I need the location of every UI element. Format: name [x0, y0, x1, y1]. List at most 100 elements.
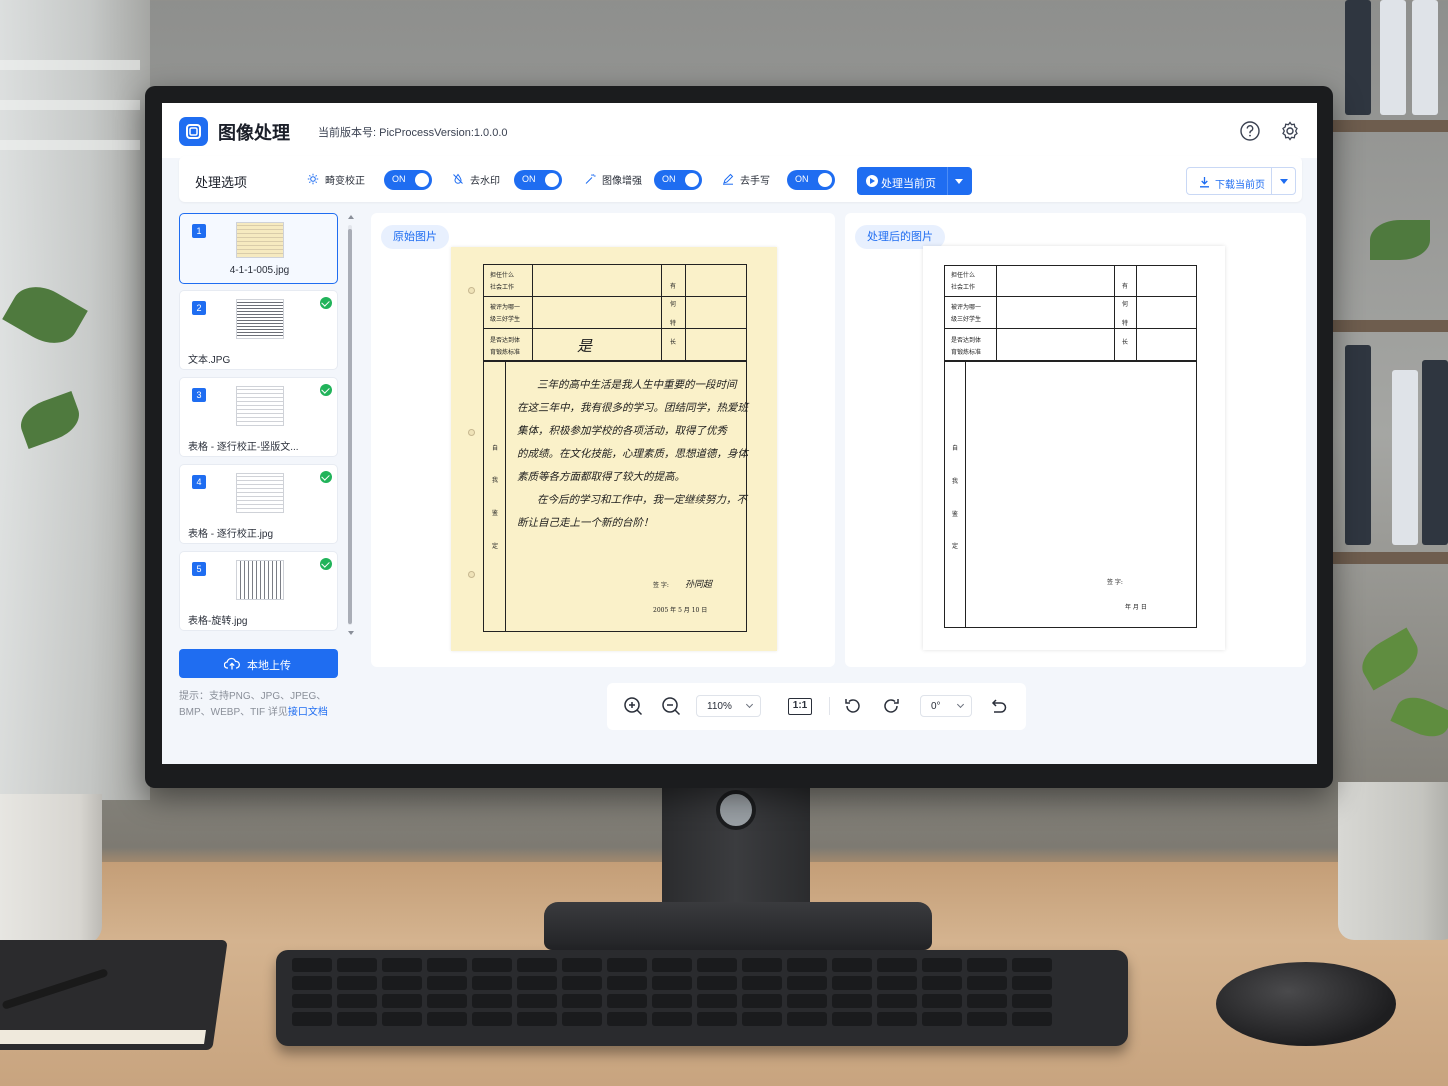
punch-hole [468, 287, 475, 294]
file-thumbnail [236, 473, 284, 513]
file-name: 表格 - 逐行校正-竖版文... [188, 442, 299, 453]
file-index-badge: 1 [192, 224, 206, 238]
rotation-angle-select[interactable]: 0° [920, 695, 972, 717]
option-distortion-correction: 畸变校正 [307, 169, 365, 189]
plant-pot [1338, 782, 1448, 940]
monitor-base [544, 902, 932, 950]
app-title: 图像处理 [218, 123, 290, 143]
file-thumbnail [236, 386, 284, 426]
file-item[interactable]: 4 表格 - 逐行校正.jpg [179, 464, 338, 544]
download-current-page-button[interactable]: 下载当前页 [1186, 167, 1296, 195]
binder [1422, 360, 1448, 545]
handwritten-line: 集体，积极参加学校的各项活动，取得了优秀 [517, 425, 727, 437]
window-blind [0, 100, 140, 110]
check-icon [320, 558, 332, 570]
file-item[interactable]: 2 文本.JPG [179, 290, 338, 370]
option-label: 去手写 [740, 175, 770, 187]
file-list: 1 4-1-1-005.jpg 2 文本.JPG 3 表格 - 逐行校正-竖版文… [179, 213, 339, 633]
app-logo-icon [179, 117, 208, 146]
handwritten-line: 在这三年中，我有很多的学习。团结同学，热爱班 [517, 402, 748, 414]
binder [1380, 0, 1406, 115]
plant-leaf [1390, 689, 1448, 745]
local-upload-button[interactable]: 本地上传 [179, 649, 338, 678]
option-label: 去水印 [470, 175, 500, 187]
bookshelf [1332, 552, 1448, 564]
option-image-enhance: 图像增强 [584, 169, 642, 189]
enhance-toggle[interactable]: ON [654, 170, 702, 190]
rotate-right-icon[interactable] [880, 695, 902, 717]
check-icon [320, 471, 332, 483]
handwritten-line: 的成绩。在文化技能，心理素质，思想道德，身体 [517, 448, 748, 460]
original-image-panel: 原始图片 担任什么 社会工作 被评为哪一 级三好学生 是否达到体 育锻炼标准 有… [371, 213, 835, 667]
distortion-toggle[interactable]: ON [384, 170, 432, 190]
file-index-badge: 5 [192, 562, 206, 576]
watermark-off-icon [453, 173, 463, 184]
signature: 孙同超 [685, 580, 713, 590]
chevron-down-icon[interactable] [955, 179, 963, 184]
watermark-toggle[interactable]: ON [514, 170, 562, 190]
app-header: 图像处理 当前版本号: PicProcessVersion:1.0.0.0 [162, 103, 1317, 158]
scroll-up-icon[interactable] [348, 215, 354, 219]
file-item[interactable]: 1 4-1-1-005.jpg [179, 213, 338, 284]
zoom-select[interactable]: 110% [696, 695, 761, 717]
handwritten-answer: 是 [577, 337, 593, 355]
chevron-down-icon [956, 700, 965, 709]
processed-document-image[interactable]: 担任什么 社会工作 被评为哪一 级三好学生 是否达到体 育锻炼标准 有 何 特 … [923, 246, 1225, 650]
reset-icon[interactable] [987, 695, 1009, 717]
version-label: 当前版本号: PicProcessVersion:1.0.0.0 [318, 127, 508, 139]
handwritten-line: 三年的高中生活是我人生中重要的一段时间 [537, 379, 737, 391]
image-controls: 110% 1:1 0° [607, 683, 1026, 730]
api-docs-link[interactable]: 接口文档 [288, 707, 328, 718]
file-name: 表格 - 逐行校正.jpg [188, 529, 274, 540]
keyboard [276, 950, 1128, 1046]
handwritten-line: 素质等各方面都取得了较大的提高。 [517, 471, 685, 483]
file-thumbnail [236, 299, 284, 339]
help-icon[interactable] [1239, 120, 1261, 142]
window-blind [0, 60, 140, 70]
download-icon [1200, 177, 1209, 188]
punch-hole [468, 571, 475, 578]
panel-label: 原始图片 [381, 225, 449, 249]
option-remove-handwriting: 去手写 [722, 169, 770, 189]
play-icon [866, 175, 878, 187]
file-item[interactable]: 3 表格 - 逐行校正-竖版文... [179, 377, 338, 457]
processing-toolbar: 处理选项 畸变校正 ON 去水印 ON 图像增强 ON 去手写 ON 处理当前页… [179, 156, 1302, 202]
rotate-left-icon[interactable] [842, 695, 864, 717]
cloud-upload-icon [224, 657, 240, 670]
file-name: 4-1-1-005.jpg [229, 265, 290, 276]
file-name: 表格-旋转.jpg [188, 616, 248, 627]
computer-mouse [1216, 962, 1396, 1046]
file-index-badge: 2 [192, 301, 206, 315]
file-item[interactable]: 5 表格-旋转.jpg [179, 551, 338, 631]
option-label: 图像增强 [602, 175, 642, 187]
chevron-down-icon[interactable] [1280, 179, 1288, 184]
option-remove-watermark: 去水印 [452, 169, 500, 189]
magic-wand-icon [585, 174, 596, 184]
check-icon [320, 384, 332, 396]
window-blind [0, 140, 140, 150]
punch-hole [468, 429, 475, 436]
zoom-out-icon[interactable] [660, 695, 682, 717]
gear-icon[interactable] [1279, 120, 1301, 142]
file-thumbnail [236, 560, 284, 600]
process-current-page-button[interactable]: 处理当前页 [857, 167, 972, 195]
binder [1412, 0, 1438, 115]
actual-size-button[interactable]: 1:1 [788, 698, 812, 715]
sun-icon [307, 173, 319, 185]
zoom-in-icon[interactable] [622, 695, 644, 717]
scroll-down-icon[interactable] [348, 631, 354, 635]
file-index-badge: 4 [192, 475, 206, 489]
handwriting-toggle[interactable]: ON [787, 170, 835, 190]
handwritten-line: 断让自己走上一个新的台阶！ [517, 517, 654, 529]
original-document-image[interactable]: 担任什么 社会工作 被评为哪一 级三好学生 是否达到体 育锻炼标准 有 何 特 … [451, 247, 777, 651]
notebook-pages [0, 1030, 206, 1044]
chevron-down-icon [745, 700, 754, 709]
file-index-badge: 3 [192, 388, 206, 402]
binder [1345, 0, 1371, 115]
file-thumbnail [236, 222, 284, 258]
app-screen: 图像处理 当前版本号: PicProcessVersion:1.0.0.0 处理… [162, 103, 1317, 764]
toolbar-title: 处理选项 [195, 175, 248, 190]
processed-image-panel: 处理后的图片 担任什么 社会工作 被评为哪一 级三好学生 是否达到体 育锻炼标准… [845, 213, 1306, 667]
file-list-scrollbar[interactable] [347, 215, 354, 635]
plant-leaf [1354, 627, 1426, 691]
